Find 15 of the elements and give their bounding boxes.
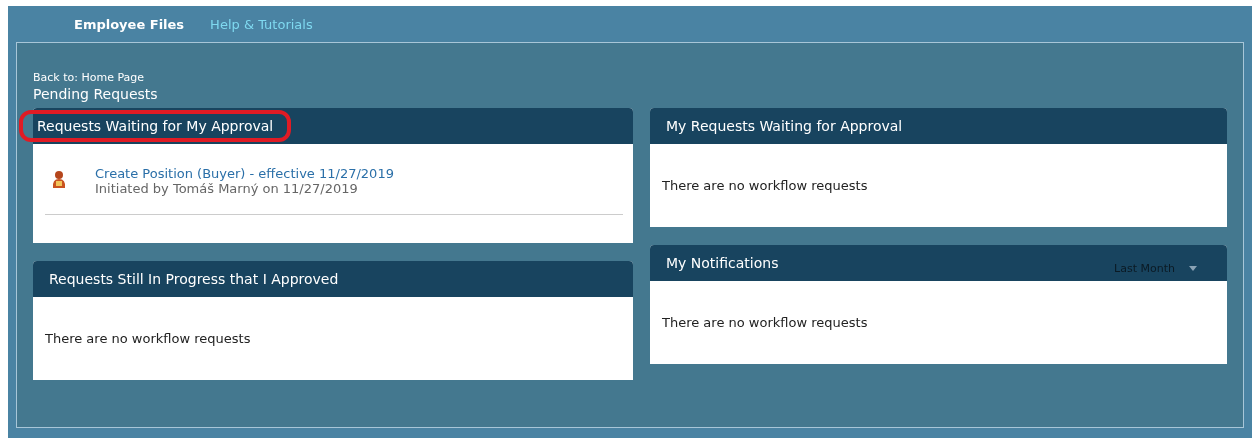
empty-message: There are no workflow requests (662, 178, 869, 193)
request-initiator: Initiated by Tomáš Marný on 11/27/2019 (95, 181, 359, 196)
person-icon (51, 170, 67, 190)
nav-tab[interactable]: Employee Files (74, 16, 185, 32)
nav-tab[interactable]: Help & Tutorials (210, 16, 313, 32)
panel-title: Requests Still In Progress that I Approved (49, 270, 339, 289)
request-link[interactable]: Create Position (Buyer) - effective 11/27/2019 (95, 166, 394, 181)
breadcrumb-link[interactable]: Back to: Home Page (33, 71, 1227, 84)
empty-message: There are no workflow requests (45, 331, 252, 346)
panel-title: My Requests Waiting for Approval (666, 117, 903, 136)
empty-message: There are no workflow requests (662, 315, 869, 330)
panel-title: My Notifications (666, 254, 779, 273)
caret-icon (1189, 265, 1197, 271)
page-title: Pending Requests (33, 86, 159, 102)
panel-title: Requests Waiting for My Approval (19, 110, 292, 142)
